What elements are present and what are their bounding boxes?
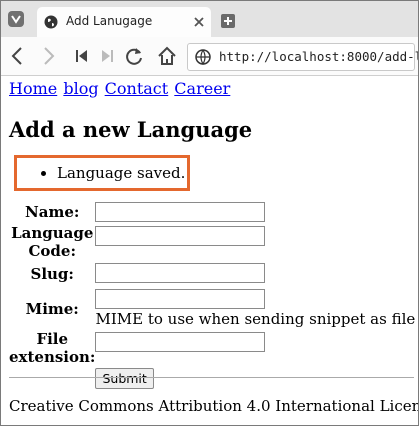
mime-label: Mime:: [25, 299, 79, 318]
submit-button[interactable]: Submit: [95, 368, 154, 389]
page-title: Add a new Language: [9, 117, 253, 142]
home-icon[interactable]: [156, 45, 178, 67]
tab-bar: Add Lanugage: [1, 1, 418, 37]
mime-field[interactable]: [95, 289, 266, 309]
messages-box: Language saved.: [14, 155, 190, 191]
page-content: Home blog Contact Career Add a new Langu…: [9, 79, 418, 415]
close-icon[interactable]: [193, 16, 205, 28]
browser-window: Add Lanugage http://localhost:8000/add- …: [0, 0, 419, 426]
name-label: Name:: [25, 202, 80, 221]
new-tab-icon[interactable]: [221, 14, 235, 28]
rewind-icon[interactable]: [71, 45, 93, 67]
language-code-field[interactable]: [95, 226, 266, 246]
site-info-icon[interactable]: [195, 49, 211, 65]
nav-link-career[interactable]: Career: [174, 79, 230, 98]
add-language-form: Name: Language Code: Slug: Mime: MIME to…: [9, 199, 415, 394]
tab-add-language[interactable]: Add Lanugage: [37, 7, 211, 37]
address-bar[interactable]: http://localhost:8000/add-lang/: [187, 43, 418, 71]
file-extension-label: File extension:: [9, 330, 96, 366]
vivaldi-menu-icon[interactable]: [8, 11, 24, 27]
name-field[interactable]: [95, 202, 266, 222]
globe-icon: [44, 15, 58, 29]
mime-help-text: MIME to use when sending snippet as file: [95, 310, 416, 328]
language-code-label: Language Code:: [11, 224, 94, 260]
footer-divider: [9, 377, 414, 378]
nav-link-home[interactable]: Home: [9, 79, 57, 98]
tab-title: Add Lanugage: [66, 14, 153, 28]
licence-text: Creative Commons Attribution 4.0 Interna…: [9, 397, 419, 415]
nav-link-contact[interactable]: Contact: [105, 79, 169, 98]
site-nav: Home blog Contact Career: [9, 79, 414, 99]
forward-icon[interactable]: [37, 45, 59, 67]
messages-list: Language saved.: [17, 164, 185, 183]
slug-field[interactable]: [95, 263, 266, 283]
url-text: http://localhost:8000/add-lang/: [219, 49, 418, 64]
reload-icon[interactable]: [123, 45, 145, 67]
message-item: Language saved.: [57, 164, 185, 183]
back-icon[interactable]: [7, 45, 29, 67]
nav-link-blog[interactable]: blog: [63, 79, 98, 98]
slug-label: Slug:: [30, 264, 74, 283]
submit-row-spacer: [9, 366, 95, 394]
file-extension-field[interactable]: [95, 332, 266, 352]
navigation-toolbar: http://localhost:8000/add-lang/: [1, 37, 418, 76]
fast-forward-icon[interactable]: [96, 45, 118, 67]
